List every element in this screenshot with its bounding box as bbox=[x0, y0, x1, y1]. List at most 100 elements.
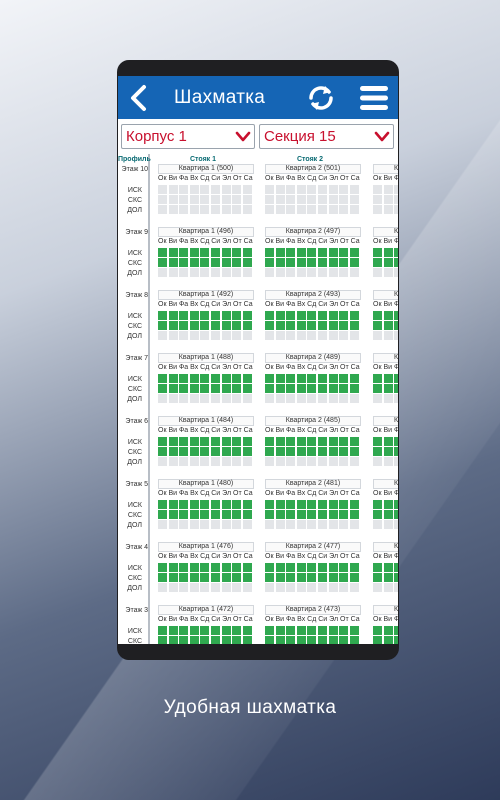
status-cell-empty[interactable] bbox=[158, 185, 167, 194]
status-cell-empty[interactable] bbox=[265, 268, 274, 277]
status-cell-empty[interactable] bbox=[318, 195, 327, 204]
status-cell-empty[interactable] bbox=[339, 185, 349, 194]
status-cell-filled[interactable] bbox=[296, 636, 306, 644]
status-cell-filled[interactable] bbox=[296, 626, 306, 635]
status-cell-empty[interactable] bbox=[158, 205, 167, 214]
status-cell-empty[interactable] bbox=[221, 394, 231, 403]
status-cell-filled[interactable] bbox=[328, 258, 338, 267]
status-cell-empty[interactable] bbox=[232, 520, 242, 529]
status-cell-empty[interactable] bbox=[318, 457, 327, 466]
status-cell-empty[interactable] bbox=[179, 394, 189, 403]
status-cell-filled[interactable] bbox=[221, 510, 231, 519]
status-cell-empty[interactable] bbox=[232, 394, 242, 403]
status-cell-filled[interactable] bbox=[200, 447, 210, 456]
status-cell-filled[interactable] bbox=[307, 573, 317, 582]
status-cell-empty[interactable] bbox=[296, 331, 306, 340]
status-cell-filled[interactable] bbox=[349, 510, 359, 519]
status-cell-filled[interactable] bbox=[221, 636, 231, 644]
status-cell-empty[interactable] bbox=[211, 394, 220, 403]
status-cell-filled[interactable] bbox=[296, 573, 306, 582]
status-cell-filled[interactable] bbox=[373, 311, 382, 320]
status-cell-empty[interactable] bbox=[275, 205, 285, 214]
status-cell-empty[interactable] bbox=[232, 268, 242, 277]
status-cell-empty[interactable] bbox=[242, 331, 252, 340]
status-cell-empty[interactable] bbox=[189, 205, 199, 214]
status-cell-empty[interactable] bbox=[307, 520, 317, 529]
status-cell-filled[interactable] bbox=[339, 500, 349, 509]
status-cell-filled[interactable] bbox=[158, 500, 167, 509]
status-cell-filled[interactable] bbox=[200, 563, 210, 572]
status-cell-empty[interactable] bbox=[211, 268, 220, 277]
status-cell-empty[interactable] bbox=[373, 394, 382, 403]
status-cell-filled[interactable] bbox=[189, 258, 199, 267]
status-cell-filled[interactable] bbox=[328, 626, 338, 635]
status-cell-empty[interactable] bbox=[383, 583, 393, 592]
status-cell-filled[interactable] bbox=[221, 447, 231, 456]
status-cell-filled[interactable] bbox=[349, 500, 359, 509]
status-cell-filled[interactable] bbox=[242, 248, 252, 257]
status-cell-empty[interactable] bbox=[394, 268, 398, 277]
status-cell-filled[interactable] bbox=[275, 437, 285, 446]
status-cell-filled[interactable] bbox=[328, 573, 338, 582]
status-cell-empty[interactable] bbox=[296, 457, 306, 466]
status-cell-filled[interactable] bbox=[307, 248, 317, 257]
status-cell-empty[interactable] bbox=[179, 268, 189, 277]
status-cell-filled[interactable] bbox=[179, 321, 189, 330]
status-cell-empty[interactable] bbox=[394, 195, 398, 204]
status-cell-empty[interactable] bbox=[232, 185, 242, 194]
status-cell-empty[interactable] bbox=[328, 205, 338, 214]
status-cell-filled[interactable] bbox=[168, 500, 178, 509]
status-cell-filled[interactable] bbox=[318, 248, 327, 257]
status-cell-empty[interactable] bbox=[328, 331, 338, 340]
status-cell-empty[interactable] bbox=[265, 457, 274, 466]
status-cell-empty[interactable] bbox=[373, 195, 382, 204]
status-cell-empty[interactable] bbox=[383, 457, 393, 466]
status-cell-filled[interactable] bbox=[211, 510, 220, 519]
status-cell-filled[interactable] bbox=[286, 563, 296, 572]
status-cell-empty[interactable] bbox=[328, 268, 338, 277]
status-cell-empty[interactable] bbox=[200, 195, 210, 204]
status-cell-empty[interactable] bbox=[232, 205, 242, 214]
status-cell-filled[interactable] bbox=[221, 563, 231, 572]
status-cell-filled[interactable] bbox=[189, 311, 199, 320]
status-cell-filled[interactable] bbox=[242, 626, 252, 635]
status-cell-filled[interactable] bbox=[265, 374, 274, 383]
status-cell-filled[interactable] bbox=[373, 321, 382, 330]
status-cell-empty[interactable] bbox=[328, 457, 338, 466]
status-cell-filled[interactable] bbox=[307, 374, 317, 383]
status-cell-empty[interactable] bbox=[373, 520, 382, 529]
status-cell-empty[interactable] bbox=[265, 185, 274, 194]
status-cell-filled[interactable] bbox=[242, 437, 252, 446]
status-cell-filled[interactable] bbox=[242, 311, 252, 320]
status-cell-filled[interactable] bbox=[394, 573, 398, 582]
status-cell-filled[interactable] bbox=[286, 500, 296, 509]
status-cell-empty[interactable] bbox=[286, 583, 296, 592]
status-cell-filled[interactable] bbox=[349, 437, 359, 446]
status-cell-empty[interactable] bbox=[189, 457, 199, 466]
status-cell-empty[interactable] bbox=[286, 195, 296, 204]
status-cell-filled[interactable] bbox=[200, 321, 210, 330]
status-cell-filled[interactable] bbox=[179, 626, 189, 635]
status-cell-filled[interactable] bbox=[339, 321, 349, 330]
status-cell-empty[interactable] bbox=[158, 195, 167, 204]
status-cell-empty[interactable] bbox=[328, 583, 338, 592]
status-cell-filled[interactable] bbox=[296, 500, 306, 509]
status-cell-empty[interactable] bbox=[200, 583, 210, 592]
status-cell-filled[interactable] bbox=[158, 321, 167, 330]
status-cell-empty[interactable] bbox=[383, 520, 393, 529]
status-cell-filled[interactable] bbox=[286, 258, 296, 267]
status-cell-empty[interactable] bbox=[328, 394, 338, 403]
status-cell-filled[interactable] bbox=[221, 248, 231, 257]
status-cell-empty[interactable] bbox=[286, 331, 296, 340]
status-cell-filled[interactable] bbox=[383, 447, 393, 456]
refresh-icon[interactable] bbox=[304, 81, 338, 115]
status-cell-filled[interactable] bbox=[383, 500, 393, 509]
status-cell-filled[interactable] bbox=[211, 311, 220, 320]
status-cell-filled[interactable] bbox=[296, 563, 306, 572]
status-cell-filled[interactable] bbox=[318, 636, 327, 644]
status-cell-filled[interactable] bbox=[189, 573, 199, 582]
status-cell-filled[interactable] bbox=[265, 384, 274, 393]
status-cell-filled[interactable] bbox=[179, 573, 189, 582]
status-cell-filled[interactable] bbox=[242, 563, 252, 572]
status-cell-filled[interactable] bbox=[275, 321, 285, 330]
